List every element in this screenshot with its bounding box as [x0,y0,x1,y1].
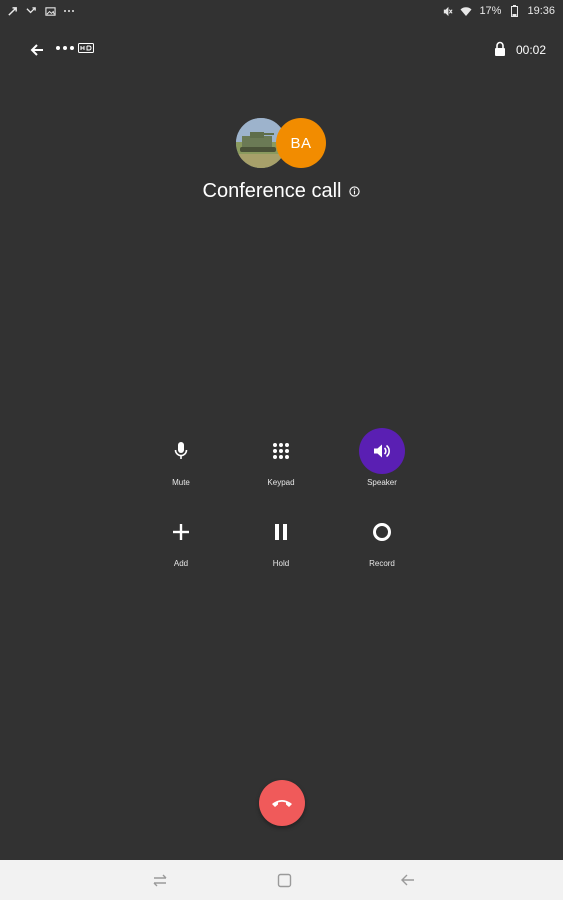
mute-icon [441,5,453,17]
battery-percent: 17% [479,5,502,17]
speaker-label: Speaker [367,478,397,487]
record-button[interactable]: Record [337,509,427,579]
battery-icon [508,5,520,17]
home-icon [277,873,291,887]
hd-voice-icon [78,43,94,53]
hang-up-icon [272,800,292,807]
speaker-icon [374,444,390,458]
in-call-screen: 17% 19:36 00:02 BA Conference call Mute … [0,0,563,900]
call-forward-icon [6,5,18,17]
image-icon [44,5,56,17]
call-timer: 00:02 [516,43,547,57]
dialpad-icon [273,443,289,459]
nav-back-icon [400,874,414,886]
avatar-initials-text: BA [290,134,312,152]
call-title: Conference call [202,180,342,202]
keypad-label: Keypad [267,478,295,487]
status-time: 19:36 [527,5,555,17]
info-icon[interactable] [349,186,361,197]
recents-button[interactable] [151,872,169,888]
wifi-icon [460,5,472,17]
participant-avatars: BA [236,118,328,170]
hold-button[interactable]: Hold [236,509,326,579]
top-bar: 00:02 [0,34,563,64]
navigation-bar [0,860,563,900]
plus-icon [173,524,189,540]
home-button[interactable] [275,872,293,888]
add-call-button[interactable]: Add [136,509,226,579]
carrier-indicator [56,43,94,53]
avatar-initials: BA [276,118,326,168]
status-right: 17% 19:36 [441,5,563,17]
missed-call-icon [25,5,37,17]
speaker-button[interactable]: Speaker [337,428,427,498]
hold-label: Hold [272,559,290,568]
keypad-button[interactable]: Keypad [236,428,326,498]
end-call-button[interactable] [259,780,305,826]
status-left [0,5,75,17]
back-button[interactable] [26,39,48,61]
recents-icon [153,874,167,887]
status-bar: 17% 19:36 [0,0,563,22]
record-label: Record [369,559,395,568]
nav-back-button[interactable] [398,872,416,888]
call-title-row[interactable]: Conference call [0,180,563,203]
microphone-icon [174,442,188,459]
mute-label: Mute [172,478,190,487]
pause-icon [275,524,287,540]
back-arrow-icon [30,44,43,56]
record-icon [373,523,391,541]
lock-icon [495,41,505,56]
mute-button[interactable]: Mute [136,428,226,498]
dots-icon [56,46,74,50]
add-label: Add [173,559,189,568]
more-dots-icon [63,5,75,17]
